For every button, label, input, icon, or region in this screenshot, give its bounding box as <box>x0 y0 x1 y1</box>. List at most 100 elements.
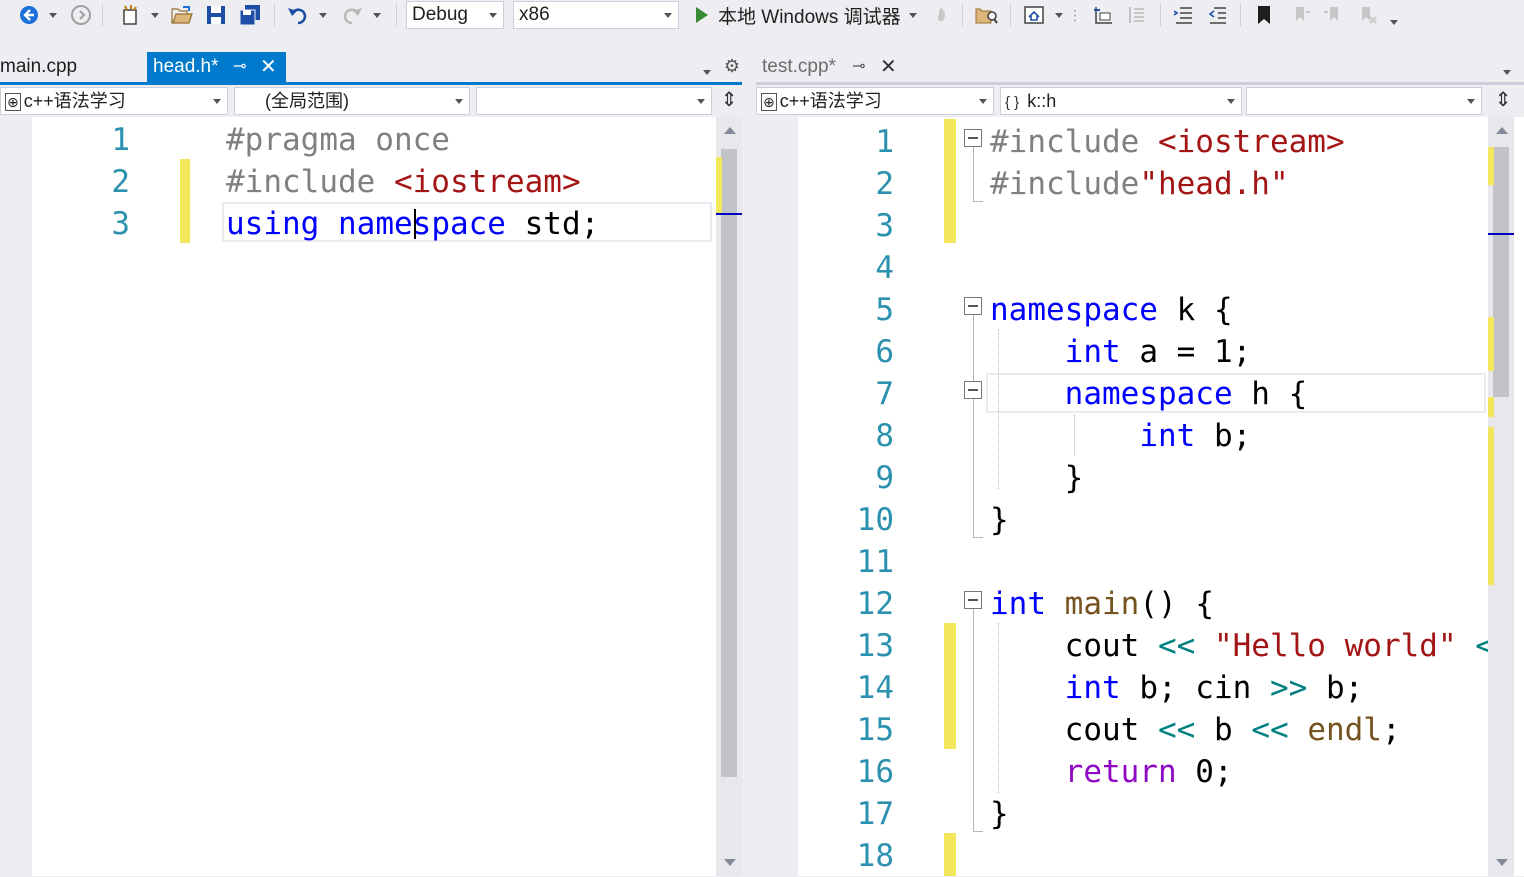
collapse-namespace-k-icon[interactable] <box>964 297 982 315</box>
new-project-icon[interactable] <box>116 3 144 27</box>
scroll-up-arrow[interactable] <box>724 127 736 134</box>
line-number: 12 <box>856 586 894 622</box>
scroll-down-arrow[interactable] <box>1496 859 1508 866</box>
run-dropdown-icon[interactable] <box>908 12 917 18</box>
open-folder-icon[interactable] <box>168 3 196 27</box>
code-token: namespace <box>990 292 1158 328</box>
undo-dropdown-icon[interactable] <box>316 3 330 27</box>
outdent-icon[interactable] <box>1204 3 1230 27</box>
redo-dropdown-icon[interactable] <box>370 3 384 27</box>
code-line[interactable]: #include"head.h" <box>990 163 1289 205</box>
scroll-up-arrow[interactable] <box>1496 127 1508 134</box>
new-dropdown-icon[interactable] <box>148 3 162 27</box>
fire-icon[interactable] <box>930 3 952 27</box>
start-debugging-button[interactable]: 本地 Windows 调试器 <box>692 1 917 29</box>
code-line[interactable]: int a = 1; <box>990 331 1252 373</box>
code-token: int <box>1139 418 1196 454</box>
scrollbar-thumb[interactable] <box>1493 147 1509 397</box>
code-line[interactable]: #include <iostream> <box>990 121 1345 163</box>
config-select[interactable]: Debug <box>406 1 504 29</box>
right-code-editor[interactable]: 1 2 3 4 5 6 7 8 9 10 11 12 13 14 15 16 17 18 #include <io… <box>756 117 1524 876</box>
collapse-include-icon[interactable] <box>964 129 982 147</box>
platform-select[interactable]: x86 <box>513 1 679 29</box>
code-line[interactable]: #pragma once <box>226 119 450 161</box>
split-window-icon[interactable]: ⇕ <box>716 87 742 115</box>
prev-bookmark-icon[interactable] <box>1288 3 1314 27</box>
code-line[interactable]: int main() { <box>990 583 1214 625</box>
collapse-namespace-h-icon[interactable] <box>964 381 982 399</box>
pin-icon[interactable]: ⊸ <box>852 52 865 82</box>
pin-icon[interactable]: ⊸ <box>233 52 246 82</box>
find-in-files-icon[interactable] <box>974 3 1000 27</box>
redo-icon[interactable] <box>338 3 366 27</box>
member-select[interactable] <box>1246 87 1482 115</box>
bookmark-icon[interactable] <box>1252 3 1276 27</box>
code-token: #pragma once <box>226 122 450 158</box>
indent-icon[interactable] <box>1170 3 1196 27</box>
toolbar-separator <box>102 4 103 26</box>
undo-icon[interactable] <box>284 3 312 27</box>
code-token: namespace <box>1064 376 1233 412</box>
scope-select[interactable]: (全局范围) <box>234 87 470 115</box>
project-select[interactable]: ⊕ c++语法学习 <box>0 87 228 115</box>
outline-line <box>973 831 983 832</box>
code-token: << <box>1157 628 1196 664</box>
tab-head-h[interactable]: head.h* ⊸ ✕ <box>147 52 286 82</box>
member-select[interactable] <box>476 87 712 115</box>
home-dropdown-icon[interactable] <box>1052 3 1066 27</box>
code-line[interactable]: } <box>990 457 1084 499</box>
project-select[interactable]: ⊕ c++语法学习 <box>756 87 994 115</box>
code-line[interactable]: return 0; <box>990 751 1233 793</box>
tab-list-dropdown-icon[interactable] <box>700 60 714 84</box>
scope-select[interactable]: { } k::h <box>1000 87 1242 115</box>
code-line[interactable]: } <box>990 499 1009 541</box>
clear-bookmarks-icon[interactable] <box>1354 3 1380 27</box>
tab-test-cpp[interactable]: test.cpp* ⊸ ✕ <box>756 52 906 82</box>
save-icon[interactable] <box>202 3 230 27</box>
pane-divider[interactable] <box>742 30 756 876</box>
code-line[interactable]: int b; <box>990 415 1251 457</box>
line-number: 10 <box>856 502 894 538</box>
outline-icon[interactable] <box>1124 3 1150 27</box>
code-line[interactable]: #include <iostream> <box>226 161 581 203</box>
code-token: >> <box>1269 670 1308 706</box>
line-number: 2 <box>875 166 894 202</box>
vertical-scrollbar[interactable] <box>716 117 742 876</box>
collapse-main-icon[interactable] <box>964 591 982 609</box>
close-icon[interactable]: ✕ <box>260 52 277 82</box>
forward-icon[interactable] <box>68 3 94 27</box>
gear-icon[interactable]: ⚙ <box>722 54 742 78</box>
split-window-icon[interactable]: ⇕ <box>1490 87 1516 115</box>
code-line[interactable]: using namespace std; <box>226 203 599 245</box>
scope-select-value: (全局范围) <box>265 91 349 111</box>
code-line[interactable]: } <box>990 793 1009 835</box>
line-number: 7 <box>875 376 894 412</box>
tab-list-dropdown-icon[interactable] <box>1500 60 1514 84</box>
left-tab-strip: main.cpp head.h* ⊸ ✕ ⚙ <box>0 52 742 82</box>
scrollbar-thumb[interactable] <box>721 149 737 777</box>
code-line[interactable]: cout << b << endl; <box>990 709 1401 751</box>
code-line[interactable]: cout << "Hello world" < <box>990 625 1494 667</box>
scroll-caret-marker <box>716 213 742 215</box>
left-code-editor[interactable]: 123 #pragma once #include <iostream> using… <box>0 117 742 876</box>
code-token: 0; <box>1176 754 1233 790</box>
code-token: << <box>1251 712 1289 748</box>
back-icon[interactable] <box>16 3 42 27</box>
tab-underline <box>756 82 1524 85</box>
back-dropdown-icon[interactable] <box>46 3 60 27</box>
code-token: } <box>990 796 1009 832</box>
code-line[interactable]: namespace k { <box>990 289 1233 331</box>
scroll-down-arrow[interactable] <box>724 859 736 866</box>
tab-label: main.cpp <box>0 56 78 77</box>
code-line[interactable]: namespace h { <box>990 373 1308 415</box>
line-number: 8 <box>875 418 894 454</box>
tab-main-cpp[interactable]: main.cpp <box>0 52 146 82</box>
home-icon[interactable] <box>1020 3 1048 27</box>
close-icon[interactable]: ✕ <box>880 52 897 82</box>
save-all-icon[interactable] <box>236 3 264 27</box>
next-bookmark-icon[interactable] <box>1320 3 1346 27</box>
step-icon[interactable] <box>1090 3 1116 27</box>
code-line[interactable]: int b; cin >> b; <box>990 667 1364 709</box>
vertical-scrollbar[interactable] <box>1488 117 1514 876</box>
